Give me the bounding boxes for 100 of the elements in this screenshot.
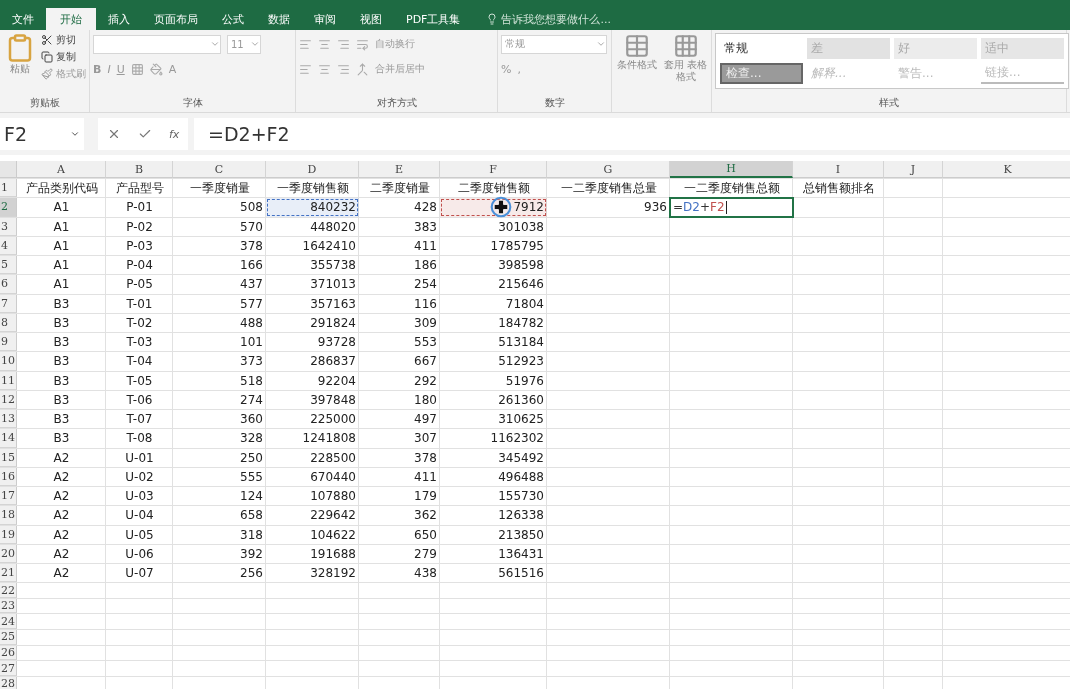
table-cell-text: 555 — [239, 468, 264, 486]
formula-part: = — [673, 200, 684, 215]
align-left-icon[interactable] — [299, 37, 312, 51]
ribbon-tab[interactable]: 开始 — [46, 8, 96, 30]
column-header[interactable]: F — [440, 161, 547, 178]
ribbon-tab[interactable]: 文件 — [0, 8, 46, 30]
row-header[interactable]: 5 — [0, 256, 17, 275]
ribbon-tab[interactable]: 公式 — [210, 8, 256, 30]
table-cell-text: A1 — [52, 276, 71, 294]
align-left-icon[interactable] — [299, 62, 312, 76]
align-center-icon[interactable] — [318, 62, 331, 76]
table-cell-text: A2 — [52, 488, 71, 506]
group-label: 对齐方式 — [375, 96, 418, 110]
row-header[interactable]: 25 — [0, 630, 17, 645]
table-cell-text: 261360 — [497, 391, 545, 409]
copy-button[interactable]: 复制 — [41, 50, 86, 64]
align-center-icon[interactable] — [318, 37, 331, 51]
table-cell-text: 437 — [239, 276, 264, 294]
border-icon[interactable] — [130, 62, 144, 76]
table-cell-text: 179 — [413, 488, 438, 506]
column-header[interactable]: E — [359, 161, 440, 178]
select-all-corner[interactable] — [0, 161, 17, 178]
table-cell-text: 136431 — [497, 545, 545, 563]
row-header[interactable]: 13 — [0, 410, 17, 429]
table-cell-text: U-01 — [124, 449, 155, 467]
column-header[interactable]: K — [943, 161, 1070, 178]
row-header[interactable]: 6 — [0, 275, 17, 294]
font-name-field[interactable] — [93, 34, 221, 54]
table-cell-text: 一二季度销售总额 — [682, 179, 781, 197]
table-cell-text: 产品类别代码 — [24, 179, 99, 197]
table-cell-text: 104622 — [309, 526, 357, 544]
row-header[interactable]: 22 — [0, 583, 17, 598]
table-cell-text: 254 — [413, 276, 438, 294]
column-header[interactable]: D — [266, 161, 359, 178]
formula-field[interactable]: =D2+F2 — [194, 118, 1070, 150]
column-header[interactable]: C — [173, 161, 266, 178]
table-cell-text: 936 — [643, 199, 668, 217]
copy-icon — [41, 51, 53, 63]
tell-me-field[interactable]: 告诉我您想要做什么... — [501, 11, 611, 27]
table-cell-text: 1241808 — [301, 430, 357, 448]
align-right-icon[interactable] — [337, 62, 350, 76]
table-cell-text: U-02 — [124, 468, 155, 486]
table-cell-text: T-04 — [125, 353, 154, 371]
table-cell-text: 总销售额排名 — [801, 179, 876, 197]
ribbon-tab[interactable]: 视图 — [348, 8, 394, 30]
row-header[interactable]: 21 — [0, 564, 17, 583]
cell-editor[interactable]: =D2+F2 — [670, 198, 793, 217]
cell-style-item[interactable]: 常规 — [720, 38, 803, 59]
table-cell-text: 650 — [413, 526, 438, 544]
chevron-down-icon — [250, 39, 260, 49]
column-header[interactable]: A — [17, 161, 106, 178]
column-header[interactable]: G — [547, 161, 670, 178]
table-cell-text: A1 — [52, 237, 71, 255]
name-box[interactable]: F2 — [0, 118, 84, 150]
row-header[interactable]: 24 — [0, 614, 17, 630]
insert-function-button[interactable]: fx — [169, 127, 180, 141]
table-cell-text: T-08 — [125, 430, 154, 448]
wrap-text-icon[interactable] — [356, 37, 369, 51]
ribbon-tab[interactable]: 数据 — [256, 8, 302, 30]
table-cell-text: 307 — [413, 430, 438, 448]
table-cell-text: 186 — [413, 257, 438, 275]
table-cell-text: A2 — [52, 565, 71, 583]
table-cell-text: 411 — [413, 468, 438, 486]
table-cell-text: U-06 — [124, 545, 155, 563]
table-cell-text: 279 — [413, 545, 438, 563]
table-cell-text: 292 — [413, 372, 438, 390]
paintbrush-icon — [41, 68, 53, 80]
formula-part: + — [699, 200, 710, 215]
chevron-down-icon — [210, 39, 220, 49]
fill-bucket-icon[interactable] — [149, 62, 163, 76]
ribbon-tab[interactable]: 审阅 — [302, 8, 348, 30]
table-cell-text: 1785795 — [489, 237, 545, 255]
group-label: 数字 — [543, 96, 566, 110]
ribbon-tab[interactable]: PDF工具集 — [394, 8, 473, 30]
row-header[interactable]: 9 — [0, 333, 17, 352]
row-header[interactable]: 18 — [0, 506, 17, 525]
row-header[interactable]: 10 — [0, 352, 17, 371]
ribbon-tab[interactable]: 插入 — [96, 8, 142, 30]
table-cell-text: 411 — [413, 237, 438, 255]
merge-icon[interactable] — [356, 62, 369, 76]
table-cell-text: 360 — [239, 411, 264, 429]
align-right-icon[interactable] — [337, 37, 350, 51]
row-header[interactable]: 1 — [0, 179, 17, 198]
row-header[interactable]: 2 — [0, 198, 17, 217]
row-header[interactable]: 17 — [0, 487, 17, 506]
check-icon[interactable] — [137, 127, 152, 141]
row-header[interactable]: 27 — [0, 661, 17, 676]
table-cell-text: 一季度销量 — [188, 179, 251, 197]
column-header[interactable]: H — [670, 161, 793, 178]
table-cell-text: 496488 — [497, 468, 545, 486]
column-header[interactable]: I — [793, 161, 884, 178]
table-cell-text: 428 — [413, 199, 438, 217]
row-header[interactable]: 14 — [0, 429, 17, 448]
cut-button[interactable]: 剪切 — [41, 33, 86, 47]
table-cell-text: U-07 — [124, 565, 155, 583]
ribbon-tab[interactable]: 页面布局 — [142, 8, 210, 30]
group-label: 样式 — [878, 96, 900, 110]
column-header[interactable]: J — [884, 161, 943, 178]
table-cell-text: 310625 — [497, 411, 545, 429]
column-header[interactable]: B — [106, 161, 173, 178]
